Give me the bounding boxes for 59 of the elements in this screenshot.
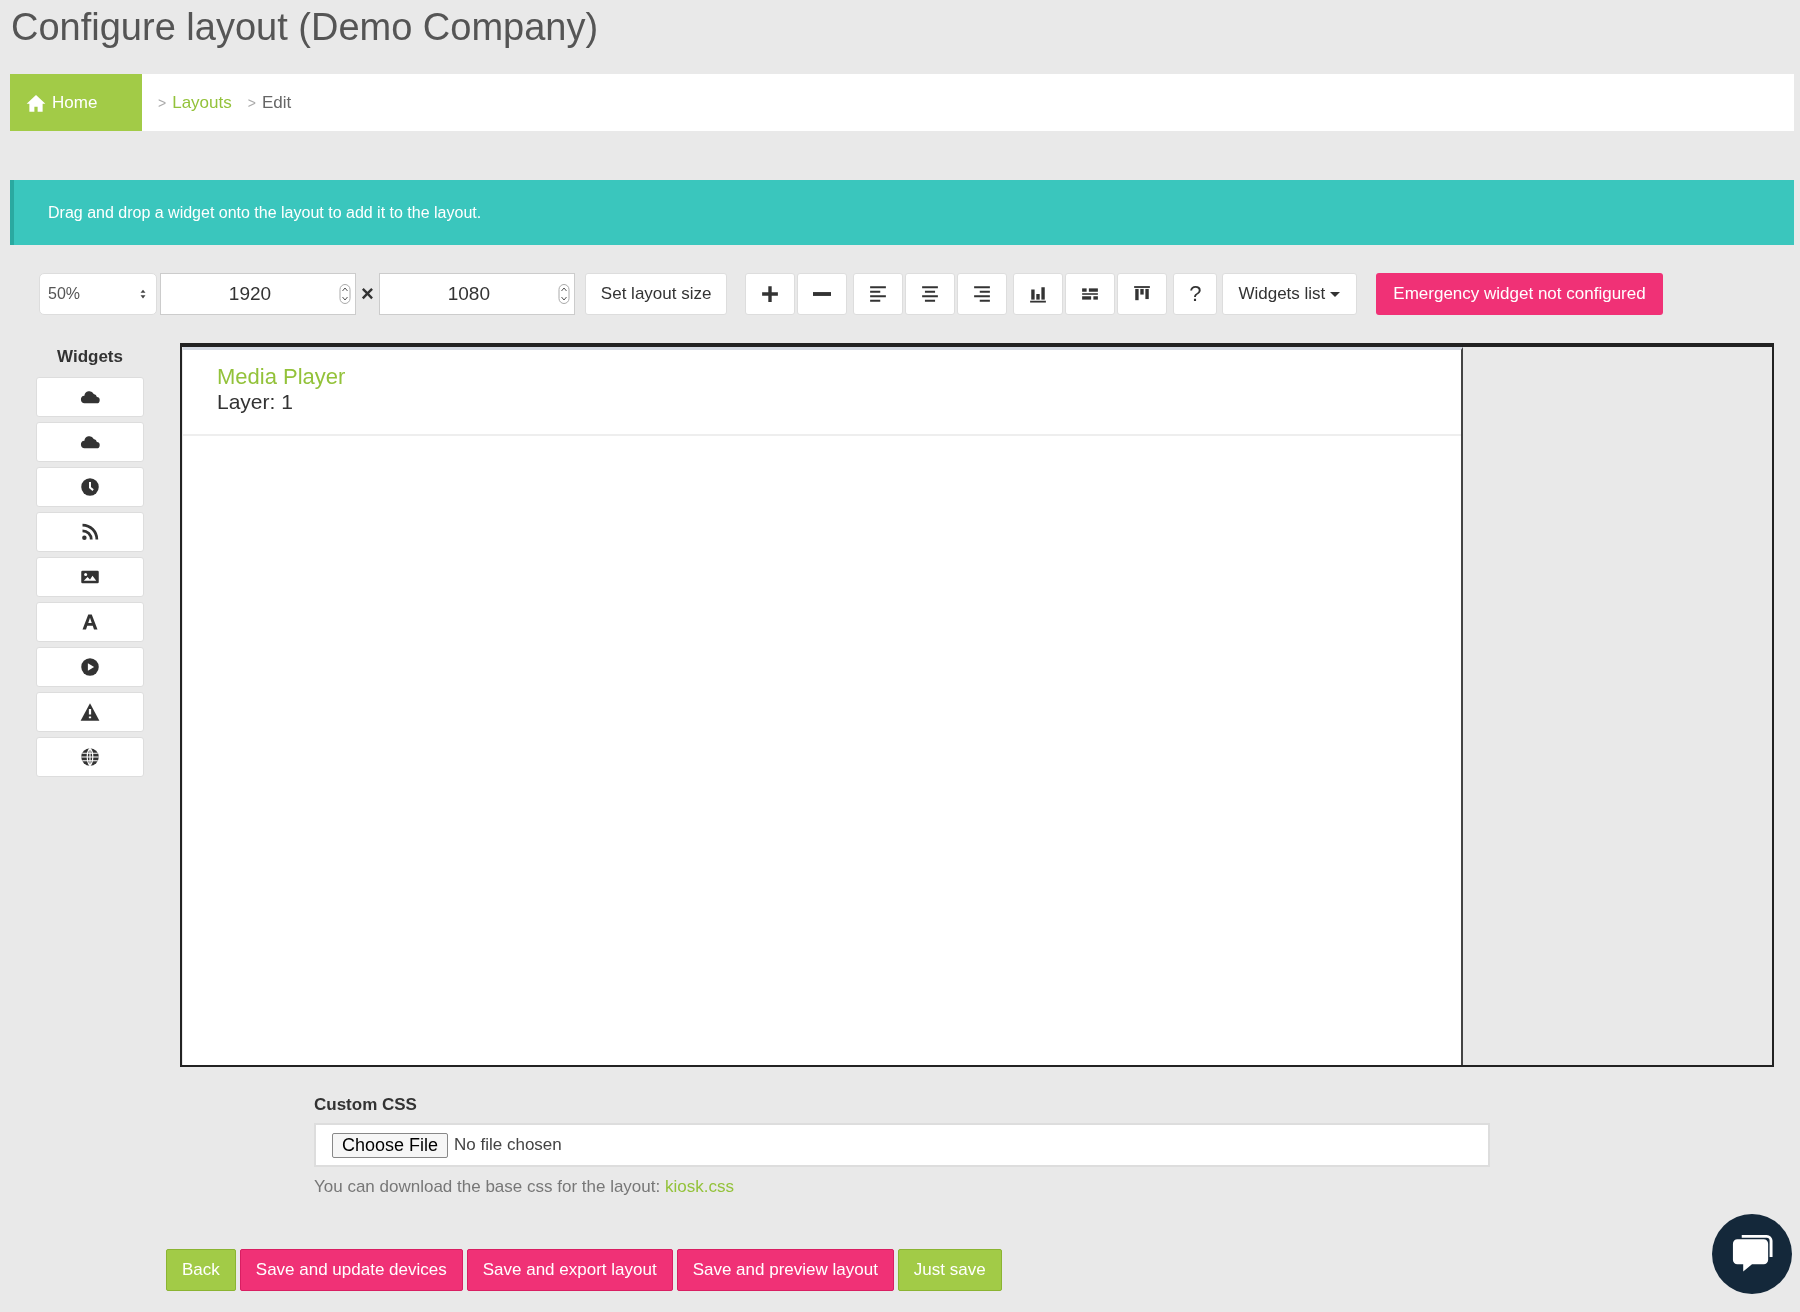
widget-button[interactable]	[36, 647, 144, 687]
action-button[interactable]: Save and export layout	[466, 1249, 673, 1291]
file-input[interactable]: Choose File No file chosen	[314, 1123, 1490, 1167]
emergency-widget-button[interactable]: Emergency widget not configured	[1376, 273, 1663, 315]
widget-name[interactable]: Media Player	[217, 364, 1427, 390]
align-left-button[interactable]	[853, 273, 904, 315]
warning-icon	[80, 702, 100, 722]
zoom-select[interactable]: 50%	[39, 273, 157, 315]
home-icon	[26, 92, 46, 113]
align-top-icon	[1133, 285, 1152, 303]
action-button[interactable]: Save and update devices	[239, 1249, 463, 1291]
widget-button[interactable]	[36, 377, 144, 417]
clock-icon	[80, 477, 100, 497]
minus-button[interactable]	[797, 273, 848, 315]
action-button[interactable]: Save and preview layout	[676, 1249, 894, 1291]
spinner-icon	[557, 282, 570, 306]
widget-button[interactable]	[36, 737, 144, 777]
choose-file-button[interactable]: Choose File	[332, 1132, 449, 1158]
breadcrumb-link[interactable]: Layouts	[172, 92, 232, 113]
breadcrumb-separator: >	[158, 94, 167, 111]
widget-button[interactable]	[36, 512, 144, 552]
widget-button[interactable]	[36, 602, 144, 642]
widget-button[interactable]	[36, 467, 144, 507]
spinner-icon	[339, 282, 351, 306]
page-title: Configure layout (Demo Company)	[10, 5, 600, 50]
align-bottom-button[interactable]	[1013, 273, 1064, 315]
globe-icon	[80, 747, 100, 767]
widgets-heading: Widgets	[57, 346, 123, 367]
custom-css-label: Custom CSS	[314, 1095, 418, 1115]
widget-button[interactable]	[36, 557, 144, 597]
widget-button[interactable]	[36, 692, 144, 732]
align-right-button[interactable]	[957, 273, 1008, 315]
widgets-list-button[interactable]: Widgets list	[1222, 273, 1358, 315]
play-icon	[80, 657, 100, 677]
align-left-icon	[869, 285, 888, 303]
align-center-button[interactable]	[905, 273, 956, 315]
distribute-button[interactable]	[1065, 273, 1116, 315]
distribute-icon	[1081, 285, 1100, 303]
text-icon	[80, 612, 100, 632]
widget-button[interactable]	[36, 422, 144, 462]
plus-button[interactable]	[745, 273, 796, 315]
plus-icon	[761, 285, 780, 303]
align-center-icon	[921, 285, 940, 303]
breadcrumb-current: Edit	[261, 92, 292, 113]
times-sign: ×	[361, 281, 374, 307]
widget-layer: Layer: 1	[217, 390, 294, 414]
align-bottom-icon	[1029, 285, 1048, 303]
help-button[interactable]: ?	[1173, 273, 1218, 315]
file-status: No file chosen	[454, 1135, 562, 1155]
help-text: You can download the base css for the layout: kiosk.css	[314, 1177, 735, 1197]
align-right-icon	[973, 285, 992, 303]
set-layout-size-button[interactable]: Set layout size	[584, 273, 728, 315]
align-top-button[interactable]	[1117, 273, 1168, 315]
width-input[interactable]: 1920	[160, 273, 356, 315]
breadcrumb-separator: >	[247, 94, 256, 111]
info-banner: Drag and drop a widget onto the layout to add it to the layout.	[10, 180, 1794, 245]
height-input[interactable]: 1080	[378, 273, 575, 315]
rss-icon	[80, 522, 100, 542]
minus-icon	[813, 292, 832, 296]
